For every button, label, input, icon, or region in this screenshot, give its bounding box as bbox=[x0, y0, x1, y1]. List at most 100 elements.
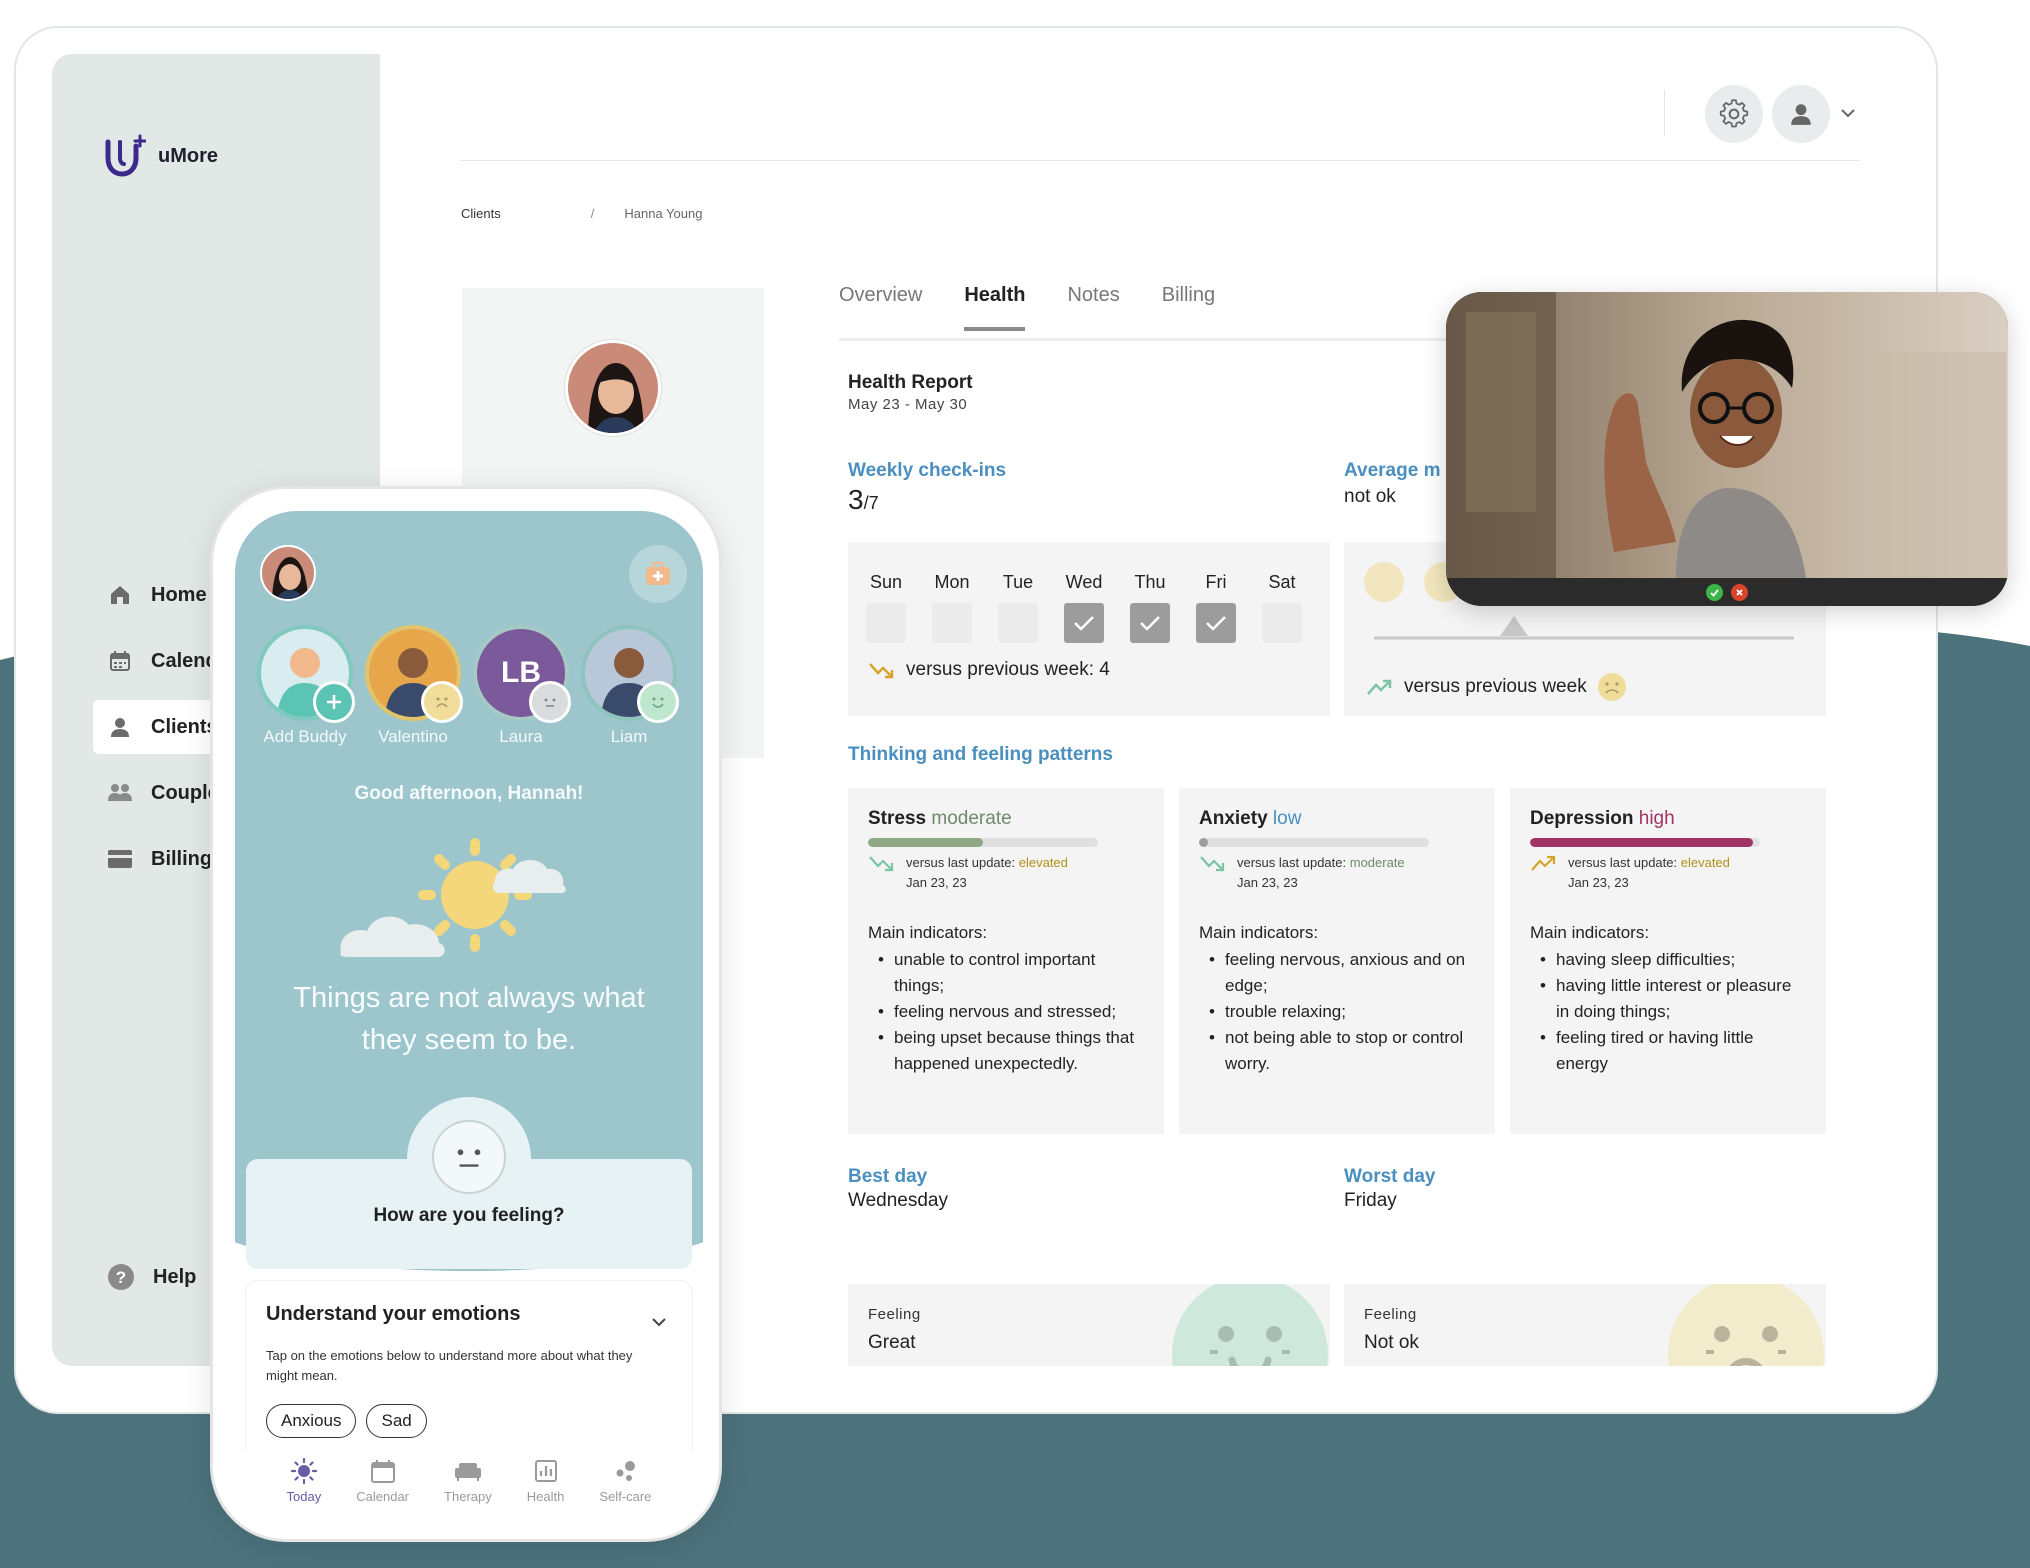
mood-compare: versus previous week bbox=[1366, 672, 1627, 702]
umore-logo-icon bbox=[105, 134, 146, 177]
sidebar-item-label: Calend bbox=[151, 649, 218, 672]
accept-call-button[interactable] bbox=[1706, 583, 1723, 601]
weekday-label: Fri bbox=[1205, 572, 1227, 592]
worst-day-card: Feeling Not ok bbox=[1344, 1284, 1826, 1366]
neutral-face-icon bbox=[544, 698, 556, 707]
phone-user-avatar[interactable] bbox=[260, 545, 316, 601]
best-day-card: Feeling Great bbox=[848, 1284, 1330, 1366]
emotion-chip-anxious[interactable]: Anxious bbox=[266, 1404, 357, 1438]
buddy-liam[interactable]: Liam bbox=[581, 625, 679, 747]
buddy-name: Liam bbox=[610, 727, 648, 746]
add-buddy-badge bbox=[313, 681, 355, 723]
pattern-level-fill bbox=[1199, 838, 1209, 847]
phone-tab-health[interactable]: Health bbox=[527, 1451, 564, 1523]
feeling-question: How are you feeling? bbox=[373, 1205, 565, 1226]
check-icon bbox=[1710, 588, 1719, 597]
help-link[interactable]: ? Help bbox=[107, 1263, 196, 1291]
pattern-compare: versus last update: moderate Jan 23, 23 bbox=[1199, 853, 1475, 893]
chevron-down-icon[interactable] bbox=[650, 1313, 668, 1331]
pattern-title: Depression high bbox=[1530, 808, 1806, 830]
mood-compare-text: versus previous week bbox=[1404, 676, 1587, 697]
pattern-level: low bbox=[1272, 808, 1302, 829]
sad-face-icon bbox=[1668, 1284, 1824, 1366]
profile-button[interactable] bbox=[1772, 85, 1830, 143]
pattern-name: Anxiety bbox=[1199, 808, 1268, 829]
phone-tab-today[interactable]: Today bbox=[286, 1451, 322, 1523]
help-icon: ? bbox=[108, 1264, 134, 1290]
sad-face-icon bbox=[1597, 673, 1626, 701]
happy-face-icon bbox=[652, 697, 664, 708]
weekday-row: Sun Mon Tue Wed Thu Fri Sat bbox=[866, 572, 1302, 643]
check-icon bbox=[1206, 616, 1226, 631]
trend-down-icon bbox=[869, 856, 894, 872]
people-icon bbox=[107, 780, 133, 806]
daily-quote: Things are not always what they seem to … bbox=[293, 982, 645, 1056]
breadcrumb-current: Hanna Young bbox=[624, 206, 703, 221]
logo[interactable]: uMore bbox=[102, 134, 218, 178]
buddy-name: Laura bbox=[499, 727, 543, 746]
buddy-ring bbox=[581, 625, 679, 723]
tab-billing[interactable]: Billing bbox=[1162, 284, 1215, 331]
pattern-card-anxiety: Anxiety low versus last update: moderate J… bbox=[1179, 788, 1495, 1134]
weekday-label: Wed bbox=[1065, 572, 1103, 592]
settings-button[interactable] bbox=[1705, 85, 1763, 143]
pattern-main-indicators-label: Main indicators: bbox=[1199, 923, 1319, 942]
tab-health[interactable]: Health bbox=[964, 284, 1026, 331]
pattern-indicator: feeling nervous, anxious and on edge; bbox=[1199, 947, 1475, 999]
checkins-count: 3 bbox=[848, 484, 864, 515]
emotion-chip-sad[interactable]: Sad bbox=[366, 1404, 427, 1438]
sun-cloud-icon bbox=[340, 838, 566, 957]
pattern-compare-date: Jan 23, 23 bbox=[906, 875, 967, 890]
brand-name: uMore bbox=[158, 144, 218, 167]
pattern-compare-prefix: versus last update: bbox=[1237, 855, 1350, 870]
close-icon bbox=[1736, 588, 1743, 596]
pattern-compare-prefix: versus last update: bbox=[906, 855, 1019, 870]
pattern-level-fill bbox=[868, 838, 983, 847]
weekday-sat: Sat bbox=[1262, 572, 1302, 643]
phone-tab-label: Therapy bbox=[444, 1489, 492, 1504]
tab-notes[interactable]: Notes bbox=[1067, 284, 1119, 331]
breadcrumb-separator: / bbox=[590, 206, 595, 221]
phone-tab-calendar[interactable]: Calendar bbox=[356, 1451, 409, 1523]
pattern-level-fill bbox=[1530, 838, 1754, 847]
tab-overview[interactable]: Overview bbox=[839, 284, 922, 331]
buddy-initials: LB bbox=[501, 656, 541, 689]
breadcrumb-clients[interactable]: Clients bbox=[461, 206, 501, 221]
phone-tab-self-care[interactable]: Self-care bbox=[599, 1451, 651, 1523]
svg-text:?: ? bbox=[116, 1268, 126, 1287]
pattern-name: Depression bbox=[1530, 808, 1634, 829]
first-aid-kit-icon bbox=[646, 561, 670, 585]
sidebar-item-label: Billing bbox=[151, 847, 213, 870]
pattern-compare-value: elevated bbox=[1680, 855, 1730, 870]
calendar-icon bbox=[369, 1457, 397, 1485]
buddy-add-buddy[interactable]: Add Buddy bbox=[257, 625, 355, 747]
neutral-face-icon[interactable] bbox=[432, 1120, 506, 1194]
phone-screen: Add Buddy Valentino LB Laura Liam Good after… bbox=[235, 511, 703, 1523]
pattern-compare-value: moderate bbox=[1349, 855, 1405, 870]
weekly-checkins-label: Weekly check-ins bbox=[848, 460, 1007, 481]
video-call-window[interactable] bbox=[1446, 292, 2008, 606]
phone-tab-bar: Today Calendar Therapy Health Self-care bbox=[235, 1451, 703, 1523]
buddy-valentino[interactable]: Valentino bbox=[365, 625, 463, 747]
worst-day-feeling: Not ok bbox=[1364, 1332, 1419, 1353]
average-mood-value: not ok bbox=[1344, 486, 1396, 507]
end-call-button[interactable] bbox=[1731, 583, 1748, 601]
weekday-wed: Wed bbox=[1064, 572, 1104, 643]
emotions-description: Tap on the emotions below to understand … bbox=[266, 1348, 633, 1383]
greeting-text: Good afternoon, Hannah! bbox=[354, 783, 584, 804]
card-icon bbox=[107, 846, 133, 872]
phone-tab-therapy[interactable]: Therapy bbox=[444, 1451, 492, 1523]
video-feed bbox=[1446, 292, 2008, 578]
buddy-list: Add Buddy Valentino LB Laura Liam bbox=[257, 625, 679, 747]
plus-icon bbox=[327, 695, 341, 709]
checkins-compare-text: versus previous week: 4 bbox=[906, 659, 1110, 680]
buddy-laura[interactable]: LB Laura bbox=[473, 625, 571, 747]
chart-icon bbox=[532, 1457, 560, 1485]
person-icon bbox=[107, 714, 133, 740]
phone-tab-label: Today bbox=[286, 1489, 322, 1504]
first-aid-button[interactable] bbox=[629, 545, 687, 603]
buddy-name: Add Buddy bbox=[263, 727, 347, 746]
pattern-indicator-list: feeling nervous, anxious and on edge;tro… bbox=[1199, 947, 1475, 1077]
chevron-down-icon[interactable] bbox=[1839, 104, 1857, 122]
weekday-label: Tue bbox=[1002, 572, 1034, 592]
